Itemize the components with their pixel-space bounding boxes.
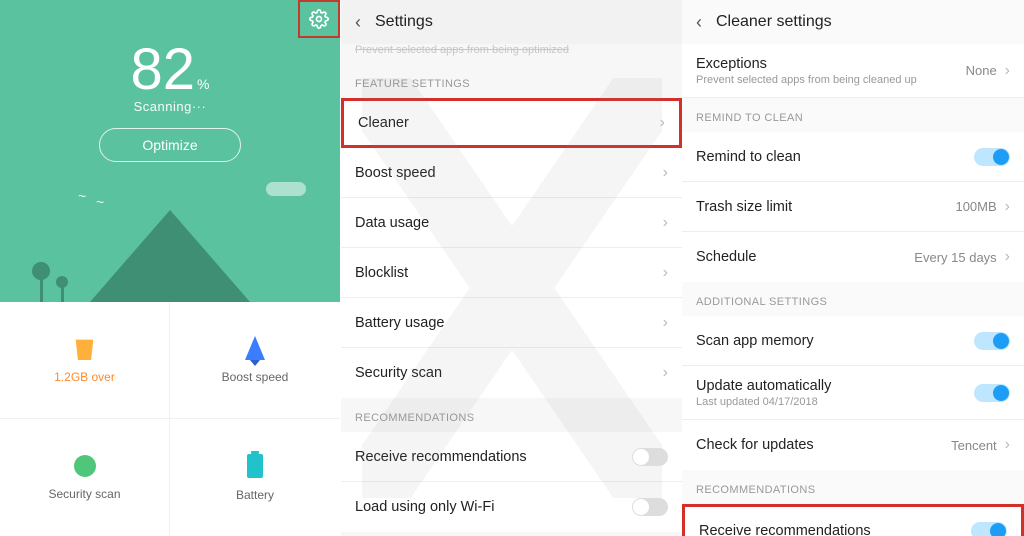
bird-icon: ~ [78,188,86,204]
security-app-home: 82% Scanning··· Optimize ~ ~ 1.2GB over … [0,0,341,536]
monster-icon [156,196,184,210]
row-label: Receive recommendations [699,523,871,536]
tile-cleaner[interactable]: 1.2GB over [0,302,170,419]
settings-screen: ‹ Settings Prevent selected apps from be… [341,0,682,536]
toggle-switch[interactable] [632,448,668,466]
row-label: Boost speed [355,165,436,181]
score-status: Scanning··· [0,99,340,114]
cloud-icon [266,182,306,196]
row-data-usage[interactable]: Data usage › [341,198,682,248]
tile-label: Boost speed [222,370,289,384]
row-label: Remind to clean [696,149,801,165]
shield-icon [74,455,96,477]
score-display: 82% Scanning··· Optimize [0,0,340,162]
row-sublabel: Prevent selected apps from being cleaned… [696,74,917,86]
row-label: Receive recommendations [355,449,527,465]
row-label: Scan app memory [696,333,814,349]
tile-label: Security scan [48,487,120,501]
row-battery-usage[interactable]: Battery usage › [341,298,682,348]
row-label: Schedule [696,249,756,265]
row-blocklist[interactable]: Blocklist › [341,248,682,298]
row-check-for-updates[interactable]: Check for updates Tencent › [682,420,1024,470]
hero-illustration: ~ ~ [0,182,340,302]
toggle-switch[interactable] [974,384,1010,402]
row-label: Security scan [355,365,442,381]
section-header: RECOMMENDATIONS [341,398,682,432]
chevron-right-icon: › [1005,248,1010,266]
rocket-icon [245,336,265,360]
chevron-right-icon: › [660,114,665,132]
row-label: Blocklist [355,265,408,281]
header: ‹ Cleaner settings [682,0,1024,44]
row-sublabel: Last updated 04/17/2018 [696,396,831,408]
trash-icon [74,336,96,360]
mountain-icon [90,210,250,302]
row-label: Check for updates [696,437,814,453]
battery-icon [247,454,263,478]
row-value: Every 15 days [914,250,996,265]
row-label: Exceptions [696,56,917,72]
row-load-wifi-only[interactable]: Load using only Wi-Fi [341,482,682,532]
row-security-scan[interactable]: Security scan › [341,348,682,398]
chevron-right-icon: › [663,214,668,232]
toggle-switch[interactable] [971,522,1007,536]
chevron-right-icon: › [663,364,668,382]
section-header: REMIND TO CLEAN [682,98,1024,132]
back-icon[interactable]: ‹ [696,12,702,33]
page-title: Cleaner settings [716,13,832,31]
section-header: ADDITIONAL SETTINGS [682,282,1024,316]
score-percent: % [197,76,209,92]
page-title: Settings [375,13,433,31]
score-number: 82 [131,36,196,103]
tile-label: 1.2GB over [54,370,115,384]
tree-stem-icon [61,286,64,302]
row-schedule[interactable]: Schedule Every 15 days › [682,232,1024,282]
row-receive-recommendations[interactable]: Receive recommendations [682,504,1024,536]
chevron-right-icon: › [1005,436,1010,454]
settings-gear-highlight[interactable] [298,0,340,38]
tile-battery[interactable]: Battery [170,419,340,536]
hero-area: 82% Scanning··· Optimize ~ ~ [0,0,340,302]
row-value: Tencent [951,438,997,453]
bird-icon: ~ [96,194,104,210]
tile-label: Battery [236,488,274,502]
row-label: Battery usage [355,315,444,331]
cleaner-settings-screen: ‹ Cleaner settings Exceptions Prevent se… [682,0,1024,536]
tree-stem-icon [40,278,43,302]
row-scan-app-memory[interactable]: Scan app memory [682,316,1024,366]
section-header: FEATURE SETTINGS [341,64,682,98]
chevron-right-icon: › [1005,62,1010,80]
row-label: Trash size limit [696,199,792,215]
truncated-description: Prevent selected apps from being optimiz… [341,44,682,64]
gear-icon [309,9,329,29]
row-update-automatically[interactable]: Update automatically Last updated 04/17/… [682,366,1024,420]
row-exceptions[interactable]: Exceptions Prevent selected apps from be… [682,44,1024,98]
section-header: RECOMMENDATIONS [682,470,1024,504]
row-label: Load using only Wi-Fi [355,499,494,515]
row-remind-to-clean[interactable]: Remind to clean [682,132,1024,182]
row-value: None [966,63,997,78]
optimize-button[interactable]: Optimize [99,128,241,162]
tool-grid: 1.2GB over Boost speed Security scan Bat… [0,302,340,536]
toggle-switch[interactable] [974,332,1010,350]
chevron-right-icon: › [663,164,668,182]
toggle-switch[interactable] [632,498,668,516]
chevron-right-icon: › [663,314,668,332]
row-receive-recommendations[interactable]: Receive recommendations [341,432,682,482]
row-label: Cleaner [358,115,409,131]
toggle-switch[interactable] [974,148,1010,166]
header: ‹ Settings [341,0,682,44]
row-label: Update automatically [696,378,831,394]
chevron-right-icon: › [663,264,668,282]
row-trash-size-limit[interactable]: Trash size limit 100MB › [682,182,1024,232]
tile-boost[interactable]: Boost speed [170,302,340,419]
tile-security[interactable]: Security scan [0,419,170,536]
row-cleaner[interactable]: Cleaner › [341,98,682,148]
row-label: Data usage [355,215,429,231]
row-value: 100MB [955,199,996,214]
row-boost-speed[interactable]: Boost speed › [341,148,682,198]
back-icon[interactable]: ‹ [355,12,361,33]
chevron-right-icon: › [1005,198,1010,216]
